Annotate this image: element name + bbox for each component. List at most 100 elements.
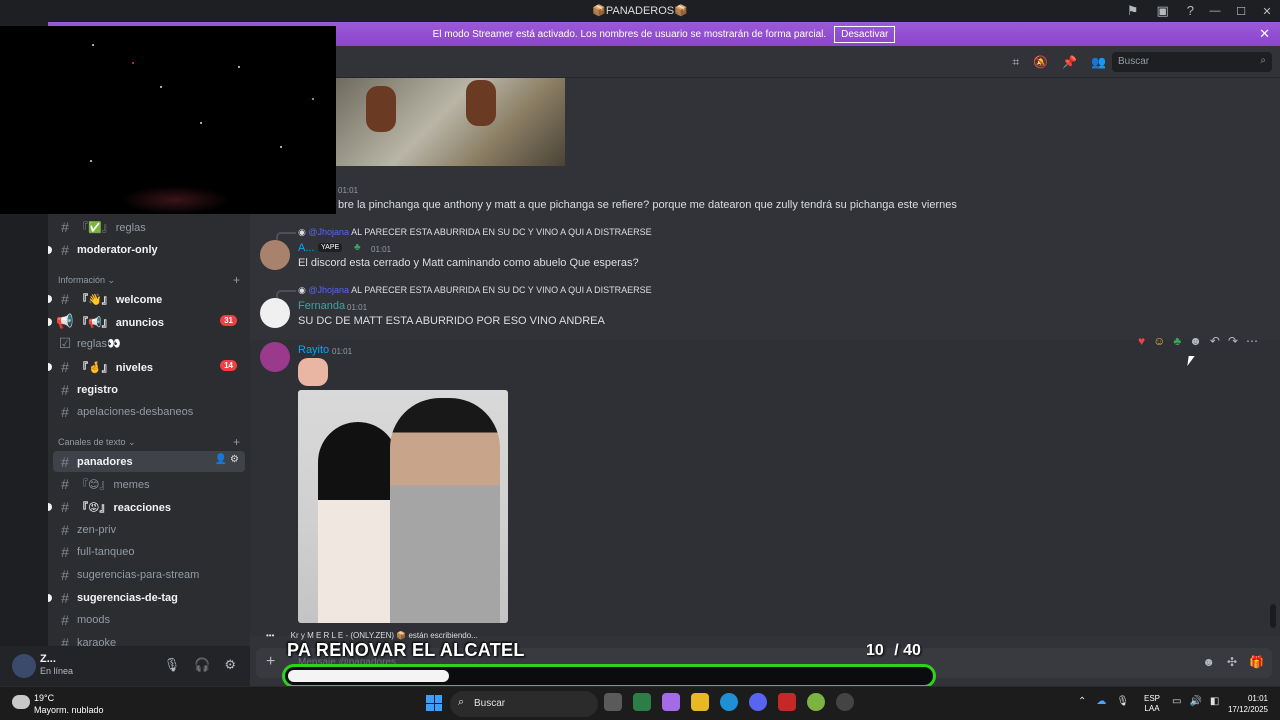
attach-plus-icon[interactable]: + bbox=[266, 653, 275, 671]
file-explorer-icon[interactable] bbox=[691, 693, 709, 711]
flag-icon[interactable]: ⚑ bbox=[1127, 3, 1139, 19]
announcement-icon: 📢 bbox=[56, 313, 74, 329]
threads-icon[interactable]: ⌗ bbox=[1012, 55, 1019, 70]
sidebar-item-sugerencias-tag[interactable]: # sugerencias-de-tag bbox=[48, 587, 245, 608]
close-window-button[interactable]: ✕ bbox=[1254, 0, 1280, 22]
sidebar-item-welcome[interactable]: # 『👋』 welcome bbox=[48, 288, 245, 309]
avatar[interactable] bbox=[260, 342, 290, 372]
sidebar-item-reglas[interactable]: ☑ reglas👀 bbox=[53, 333, 245, 354]
sidebar-item-full-tanqueo[interactable]: # full-tanqueo bbox=[53, 541, 245, 562]
reply-mention[interactable]: @Jhojana bbox=[308, 285, 349, 295]
edge-icon[interactable] bbox=[720, 693, 738, 711]
chevron-up-icon[interactable]: ⌃ bbox=[1078, 696, 1086, 707]
clock[interactable]: 01:01 17/12/2025 bbox=[1228, 693, 1268, 715]
gift-icon[interactable]: 🎁 bbox=[1249, 655, 1264, 669]
discord-icon[interactable] bbox=[749, 693, 767, 711]
gear-icon[interactable]: ⚙ bbox=[224, 657, 236, 673]
reply-preview[interactable]: ◉ @Jhojana AL PARECER ESTA ABURRIDA EN S… bbox=[298, 285, 652, 296]
goal-total: / 40 bbox=[894, 642, 921, 659]
store-icon[interactable] bbox=[633, 693, 651, 711]
image-attachment[interactable] bbox=[298, 390, 508, 623]
user-status: En línea bbox=[40, 666, 74, 676]
onedrive-icon[interactable]: ☁ bbox=[1096, 696, 1106, 707]
sidebar-item-apelaciones[interactable]: # apelaciones-desbaneos bbox=[53, 401, 245, 422]
sidebar-item-niveles[interactable]: # 『🤞』 niveles 14 bbox=[48, 356, 245, 377]
pin-icon[interactable]: 📌 bbox=[1062, 55, 1077, 70]
squirrel-figure bbox=[466, 80, 496, 126]
channel-label: reglas👀 bbox=[77, 338, 121, 350]
message-author[interactable]: Fernanda bbox=[298, 300, 345, 312]
members-icon[interactable]: 👥 bbox=[1091, 55, 1106, 70]
sidebar-item-registro[interactable]: # registro bbox=[53, 379, 245, 400]
mute-icon[interactable]: 🔕 bbox=[1033, 55, 1048, 70]
reply-icon[interactable]: ↶ bbox=[1210, 334, 1220, 348]
app-icon[interactable] bbox=[836, 693, 854, 711]
copilot-icon[interactable] bbox=[662, 693, 680, 711]
chat-scrollbar[interactable] bbox=[1270, 604, 1276, 628]
hash-icon: # bbox=[61, 403, 69, 420]
sticker-image[interactable] bbox=[298, 358, 328, 386]
avatar[interactable] bbox=[260, 240, 290, 270]
add-channel-icon[interactable]: + bbox=[233, 435, 240, 449]
hash-icon: # bbox=[61, 543, 69, 560]
channel-label: apelaciones-desbaneos bbox=[77, 405, 194, 418]
maximize-button[interactable]: ☐ bbox=[1228, 0, 1254, 22]
reply-preview[interactable]: ◉ @Jhojana AL PARECER ESTA ABURRIDA EN S… bbox=[298, 227, 652, 238]
emoji-icon[interactable]: ☻ bbox=[1202, 655, 1215, 669]
message-author[interactable]: Rayito bbox=[298, 344, 329, 356]
channel-label: 『✅』 reglas bbox=[77, 221, 146, 234]
more-icon[interactable]: ⋯ bbox=[1246, 334, 1258, 348]
sidebar-item-reglas-check[interactable]: # 『✅』 reglas bbox=[53, 216, 245, 237]
heart-reaction-icon[interactable]: ♥ bbox=[1138, 334, 1145, 348]
settings-icon[interactable]: ⚙ bbox=[230, 454, 239, 465]
hash-icon: # bbox=[61, 381, 69, 398]
battery-icon: ◧ bbox=[1209, 696, 1220, 707]
close-banner-icon[interactable]: ✕ bbox=[1259, 26, 1270, 42]
sidebar-item-moods[interactable]: # moods bbox=[53, 609, 245, 630]
light-dot bbox=[312, 98, 314, 100]
sidebar-item-reacciones[interactable]: # 『😡』 reacciones bbox=[48, 496, 245, 517]
category-canales-texto[interactable]: Canales de texto ⌄ + bbox=[58, 435, 244, 449]
message-text: bre la pinchanga que anthony y matt a qu… bbox=[338, 199, 957, 211]
invite-icon[interactable]: 👤 bbox=[215, 454, 227, 465]
inbox-icon[interactable]: ▣ bbox=[1156, 3, 1168, 19]
quick-settings[interactable]: ▭ 🔊 ◧ bbox=[1172, 696, 1219, 707]
custom-reaction-icon[interactable]: ♣ bbox=[1173, 334, 1181, 348]
help-icon[interactable]: ? bbox=[1187, 3, 1194, 19]
hash-icon: # bbox=[61, 453, 69, 470]
microphone-icon[interactable]: 🎙 bbox=[164, 657, 181, 673]
sidebar-item-zen-priv[interactable]: # zen-priv bbox=[53, 519, 245, 540]
channel-label: registro bbox=[77, 383, 118, 396]
gif-attachment[interactable] bbox=[336, 78, 565, 166]
app-icon[interactable] bbox=[807, 693, 825, 711]
deactivate-button[interactable]: Desactivar bbox=[834, 25, 896, 43]
user-name[interactable]: Z... bbox=[40, 653, 56, 665]
headphones-icon[interactable]: 🎧 bbox=[194, 657, 210, 673]
language-indicator[interactable]: ESP LAA bbox=[1144, 694, 1160, 714]
sidebar-item-karaoke[interactable]: # karaoke bbox=[53, 632, 245, 647]
laugh-reaction-icon[interactable]: ☺ bbox=[1153, 334, 1165, 348]
app-icon[interactable] bbox=[778, 693, 796, 711]
add-channel-icon[interactable]: + bbox=[233, 273, 240, 287]
message-author[interactable]: A... bbox=[298, 242, 315, 254]
add-reaction-icon[interactable]: ☻ bbox=[1189, 334, 1202, 348]
minimize-button[interactable]: — bbox=[1202, 0, 1228, 22]
start-button[interactable] bbox=[426, 695, 442, 711]
microphone-icon[interactable]: 🎙 bbox=[1116, 696, 1129, 707]
taskbar-search[interactable]: ⌕ Buscar bbox=[450, 691, 598, 717]
task-view-icon[interactable] bbox=[604, 693, 622, 711]
search-input[interactable]: Buscar ⌕ bbox=[1112, 52, 1272, 72]
sidebar-item-panadores[interactable]: # panadores 👤 ⚙ bbox=[53, 451, 245, 472]
avatar[interactable] bbox=[12, 654, 36, 678]
person-figure bbox=[318, 422, 398, 623]
sidebar-item-moderator-only[interactable]: # moderator-only bbox=[48, 239, 245, 260]
avatar[interactable] bbox=[260, 298, 290, 328]
reply-mention[interactable]: @Jhojana bbox=[308, 227, 349, 237]
window-title: 📦PANADEROS📦 bbox=[592, 5, 688, 17]
apps-icon[interactable]: ✣ bbox=[1227, 655, 1237, 669]
sidebar-item-anuncios[interactable]: 📢 『📢』 anuncios 31 bbox=[48, 311, 245, 332]
sidebar-item-memes[interactable]: # 『😊』 memes bbox=[53, 473, 245, 494]
sidebar-item-sugerencias-stream[interactable]: # sugerencias-para-stream bbox=[53, 564, 245, 585]
category-informacion[interactable]: Información ⌄ + bbox=[58, 273, 244, 287]
forward-icon[interactable]: ↷ bbox=[1228, 334, 1238, 348]
